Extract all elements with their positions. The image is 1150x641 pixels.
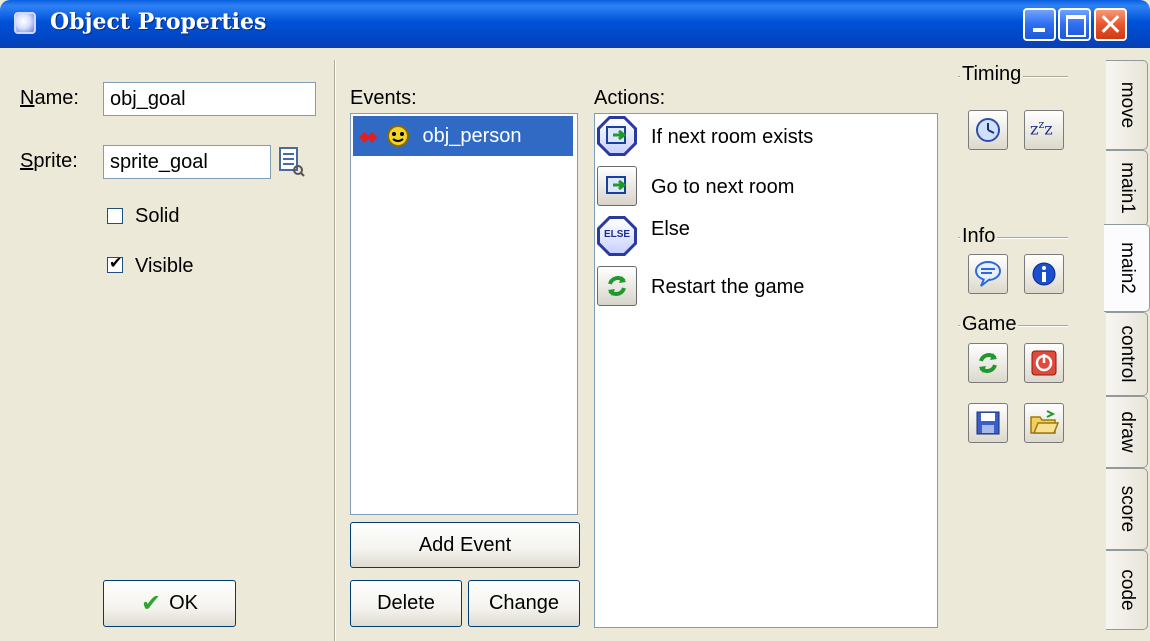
sleep-zzz-icon[interactable]: zzz [1024,110,1064,150]
message-bubble-icon[interactable] [968,254,1008,294]
action-label: Else [651,218,690,240]
next-room-icon [597,166,637,206]
action-item-restart-game[interactable]: Restart the game [597,266,804,312]
info-group-label: Info [960,225,998,248]
action-item-if-next-room[interactable]: If next room exists [597,116,813,162]
event-label: obj_person [422,124,522,147]
action-item-go-next-room[interactable]: Go to next room [597,166,794,212]
visible-checkbox[interactable] [107,253,123,273]
action-label: If next room exists [651,126,814,148]
name-label: Name: [20,87,79,109]
timing-group-label: Timing [960,63,1024,86]
tab-main1[interactable]: main1 [1106,150,1148,226]
close-button[interactable] [1094,8,1127,41]
tab-code[interactable]: code [1106,550,1148,630]
event-item-obj-person[interactable]: ◆◆ obj_person [353,116,573,156]
tab-move[interactable]: move [1106,60,1148,150]
action-label: Go to next room [651,176,795,198]
tab-main2[interactable]: main2 [1104,224,1150,312]
else-icon: ELSE [597,216,637,256]
end-game-icon[interactable] [1024,343,1064,383]
solid-label: Solid [135,205,180,227]
tab-score[interactable]: score [1106,468,1148,550]
change-button[interactable]: Change [468,580,580,627]
ok-button[interactable]: ✔ OK [103,580,236,627]
next-room-question-icon [597,116,637,156]
visible-label: Visible [135,255,194,277]
load-game-icon[interactable] [1024,403,1064,443]
sprite-label-rest: prite: [33,150,78,172]
solid-checkbox[interactable] [107,208,123,224]
game-group-label: Game [960,313,1019,336]
action-label: Restart the game [651,276,805,298]
minimize-button[interactable] [1023,8,1056,41]
maximize-button[interactable] [1058,8,1091,41]
tab-label: move [1116,81,1138,129]
name-label-rest: ame: [34,87,79,109]
add-event-button[interactable]: Add Event [350,522,580,568]
person-sprite-icon [386,125,409,147]
events-header: Events: [350,87,417,109]
tab-label: main2 [1116,242,1138,294]
tab-draw[interactable]: draw [1106,396,1148,468]
restart-icon [597,266,637,306]
delete-button[interactable]: Delete [350,580,462,627]
app-icon [14,12,36,34]
tab-label: draw [1116,411,1138,453]
restart-game-icon[interactable] [968,343,1008,383]
separator-left [334,60,336,641]
tab-label: main1 [1116,162,1138,214]
alarm-clock-icon[interactable] [968,110,1008,150]
save-game-icon[interactable] [968,403,1008,443]
tab-control[interactable]: control [1106,312,1148,396]
action-palette: Timing zzz Info Game [950,60,1105,641]
actions-header: Actions: [594,87,666,109]
action-item-else[interactable]: ELSE Else [597,216,690,262]
ok-label: OK [169,592,198,614]
collision-arrows-icon: ◆◆ [359,127,377,144]
sprite-input[interactable] [103,145,271,179]
sprite-menu-icon[interactable] [278,145,306,177]
info-icon[interactable] [1024,254,1064,294]
object-properties-window: Object Properties Name: Sprite: Solid Vi… [0,0,1150,641]
events-list[interactable]: ◆◆ obj_person [350,113,578,515]
checkmark-icon: ✔ [140,590,162,617]
window-title: Object Properties [50,9,267,35]
title-bar[interactable]: Object Properties [0,0,1150,48]
sprite-label: Sprite: [20,150,78,172]
tab-label: control [1116,325,1138,383]
tab-label: score [1116,485,1138,533]
actions-list[interactable]: If next room exists Go to next room ELSE… [594,113,938,628]
tab-label: code [1116,569,1138,611]
name-input[interactable] [103,82,316,116]
